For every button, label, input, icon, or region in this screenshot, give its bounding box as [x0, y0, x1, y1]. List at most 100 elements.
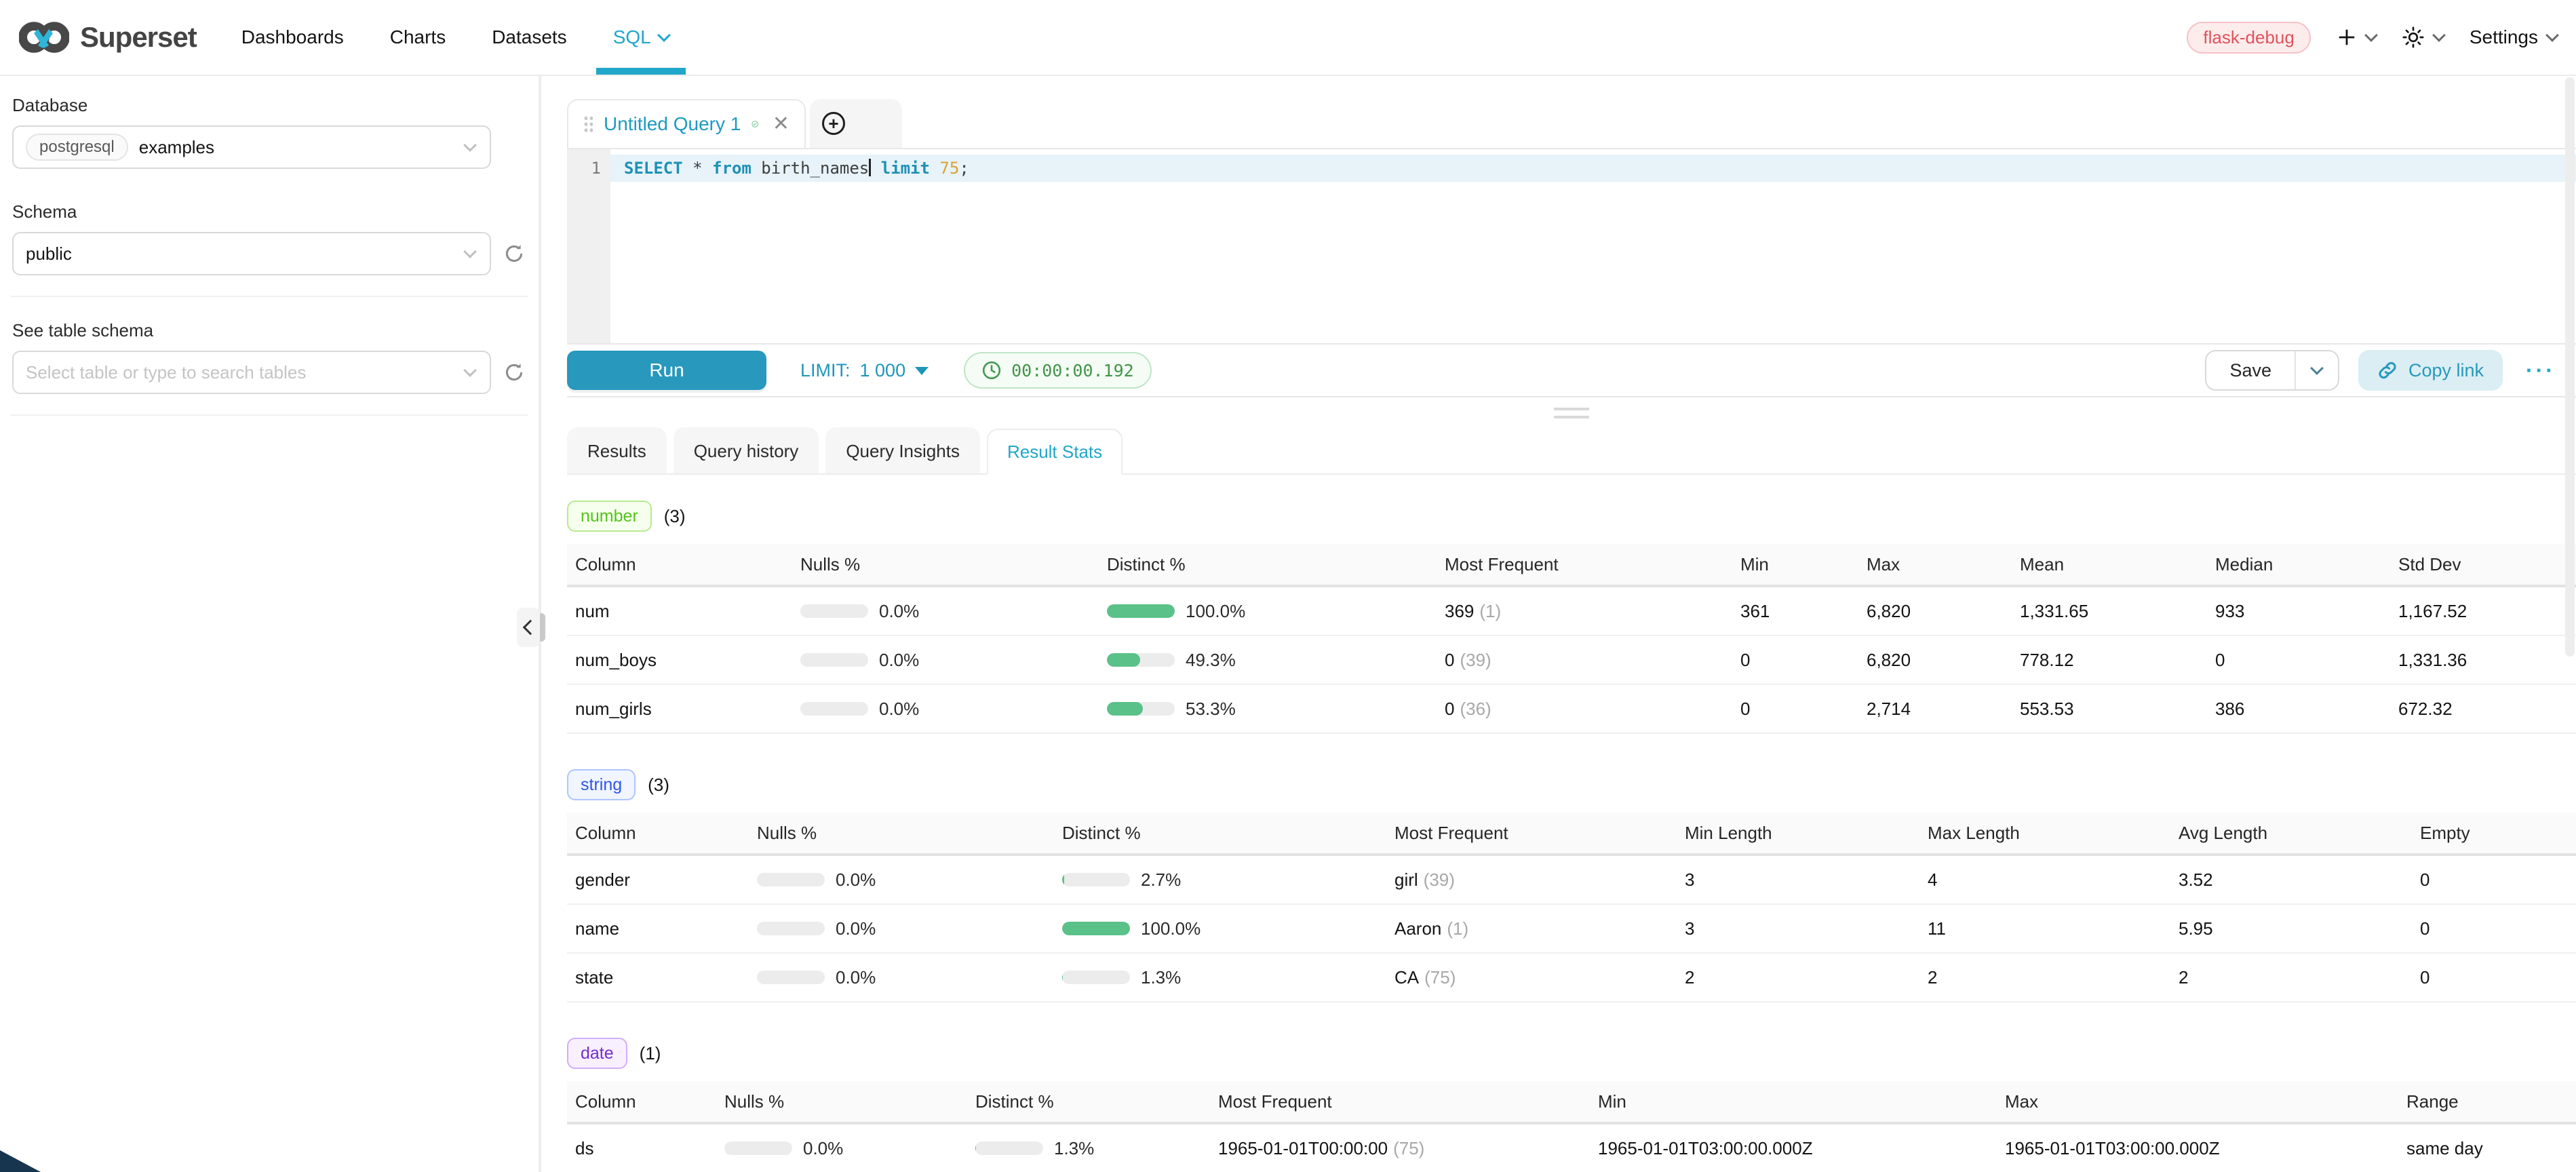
percent-bar-cell: 0.0% [749, 870, 1054, 891]
value-cell: gender [567, 870, 749, 891]
value-cell: 2 [1677, 967, 1919, 988]
value-cell: 6,820 [1858, 601, 2012, 622]
table-row: state0.0%1.3%CA(75)2220 [567, 954, 2576, 1002]
database-label: Database [12, 95, 526, 116]
sql-editor[interactable]: 1 SELECT * from birth_names limit 75; [567, 148, 2576, 345]
value-cell: 1,331.65 [2012, 601, 2207, 622]
stats-table: ColumnNulls %Distinct %Most FrequentMinM… [567, 544, 2576, 734]
more-actions-button[interactable]: ··· [2526, 358, 2556, 383]
theme-toggle[interactable] [2402, 26, 2444, 49]
progress-bar [800, 702, 868, 716]
link-icon [2377, 360, 2398, 380]
new-tab-button[interactable]: + [810, 99, 902, 148]
value-cell: 0 [2412, 870, 2576, 891]
drag-handle-icon[interactable] [583, 115, 593, 133]
table-header-row: ColumnNulls %Distinct %Most FrequentMinM… [567, 544, 2576, 587]
new-item-button[interactable] [2337, 27, 2376, 47]
schema-select[interactable]: public [12, 232, 491, 275]
sidebar: Database postgresql examples Schema publ… [0, 76, 541, 1172]
column-header: Max [1997, 1091, 2398, 1112]
collapse-sidebar-button[interactable] [517, 608, 540, 647]
chevron-down-icon [657, 28, 671, 42]
tab-result-stats[interactable]: Result Stats [987, 429, 1123, 475]
value-cell: 1965-01-01T03:00:00.000Z [1997, 1138, 2398, 1159]
percent-bar-cell: 0.0% [792, 699, 1099, 720]
column-count: (1) [640, 1043, 661, 1064]
scrollbar-thumb[interactable] [2565, 77, 2575, 657]
database-select[interactable]: postgresql examples [12, 125, 491, 169]
value-cell: same day [2398, 1138, 2576, 1159]
caret-down-icon [915, 367, 929, 375]
value-cell: 3.52 [2170, 870, 2412, 891]
copy-link-button[interactable]: Copy link [2358, 350, 2503, 391]
save-options-button[interactable] [2295, 351, 2338, 389]
column-header: Most Frequent [1386, 823, 1677, 844]
column-header: Empty [2412, 823, 2576, 844]
most-frequent-cell: 0(36) [1437, 699, 1732, 720]
results-tab-bar: Results Query history Query Insights Res… [567, 429, 2576, 475]
copy-link-label: Copy link [2408, 360, 2484, 381]
query-tab-bar: Untitled Query 1 ✕ + [567, 99, 2576, 148]
superset-logo[interactable]: Superset [19, 20, 197, 55]
nav-charts[interactable]: Charts [390, 0, 446, 75]
column-header: Min Length [1677, 823, 1919, 844]
most-frequent-cell: Aaron(1) [1386, 918, 1677, 939]
query-tab[interactable]: Untitled Query 1 ✕ [567, 99, 806, 148]
table-row: ds0.0%1.3%1965-01-01T00:00:00(75)1965-01… [567, 1125, 2576, 1172]
percent-bar-cell: 0.0% [749, 967, 1054, 988]
brand-name: Superset [80, 21, 197, 54]
nav-sql[interactable]: SQL [613, 0, 669, 75]
save-button[interactable]: Save [2206, 351, 2295, 389]
timer-value: 00:00:00.192 [1011, 361, 1134, 380]
limit-dropdown[interactable]: LIMIT: 1 000 [800, 360, 929, 381]
value-cell: 361 [1732, 601, 1858, 622]
refresh-tables-button[interactable] [503, 362, 526, 383]
column-header: Avg Length [2170, 823, 2412, 844]
value-cell: 933 [2207, 601, 2390, 622]
superset-sql-lab: Superset Dashboards Charts Datasets SQL … [0, 0, 2576, 1172]
stats-section-string: string (3) ColumnNulls %Distinct %Most Fre… [567, 769, 2576, 1002]
table-row: name0.0%100.0%Aaron(1)3115.950 [567, 905, 2576, 954]
tab-query-insights[interactable]: Query Insights [825, 427, 980, 473]
nav-datasets[interactable]: Datasets [492, 0, 567, 75]
column-header: Distinct % [967, 1091, 1210, 1112]
settings-menu[interactable]: Settings [2470, 26, 2557, 48]
refresh-schemas-button[interactable] [503, 243, 526, 265]
percent-bar-cell: 100.0% [1054, 918, 1386, 939]
type-tag: string [567, 769, 636, 800]
close-tab-icon[interactable]: ✕ [773, 114, 789, 134]
value-cell: 2,714 [1858, 699, 2012, 720]
percent-bar-cell: 0.0% [792, 650, 1099, 671]
column-header: Column [567, 823, 749, 844]
database-engine-tag: postgresql [26, 134, 128, 161]
divider [11, 414, 528, 416]
progress-bar [757, 971, 825, 984]
tab-query-history[interactable]: Query history [674, 427, 819, 473]
chevron-down-icon [2545, 28, 2559, 42]
progress-bar [1107, 702, 1175, 716]
progress-bar [757, 873, 825, 886]
progress-bar [1107, 604, 1175, 618]
top-navbar: Superset Dashboards Charts Datasets SQL … [0, 0, 2576, 76]
value-cell: 5.95 [2170, 918, 2412, 939]
nav-dashboards[interactable]: Dashboards [241, 0, 344, 75]
value-cell: 11 [1919, 918, 2170, 939]
column-header: Column [567, 1091, 716, 1112]
table-header-row: ColumnNulls %Distinct %Most FrequentMin … [567, 813, 2576, 856]
tab-results[interactable]: Results [567, 427, 667, 473]
column-header: Nulls % [792, 554, 1099, 575]
sun-icon [2402, 26, 2425, 49]
resize-handle[interactable] [1554, 408, 1589, 418]
refresh-icon [503, 362, 525, 383]
value-cell: state [567, 967, 749, 988]
stats-table: ColumnNulls %Distinct %Most FrequentMinM… [567, 1081, 2576, 1172]
superset-logo-icon [19, 20, 69, 55]
value-cell: 1,167.52 [2390, 601, 2576, 622]
run-button[interactable]: Run [567, 351, 766, 390]
plus-circle-icon: + [822, 112, 845, 135]
progress-bar [975, 1141, 1043, 1155]
column-count: (3) [648, 775, 669, 796]
table-select[interactable]: Select table or type to search tables [12, 351, 491, 394]
chevron-down-icon [463, 364, 477, 377]
value-cell: 1965-01-01T03:00:00.000Z [1590, 1138, 1997, 1159]
